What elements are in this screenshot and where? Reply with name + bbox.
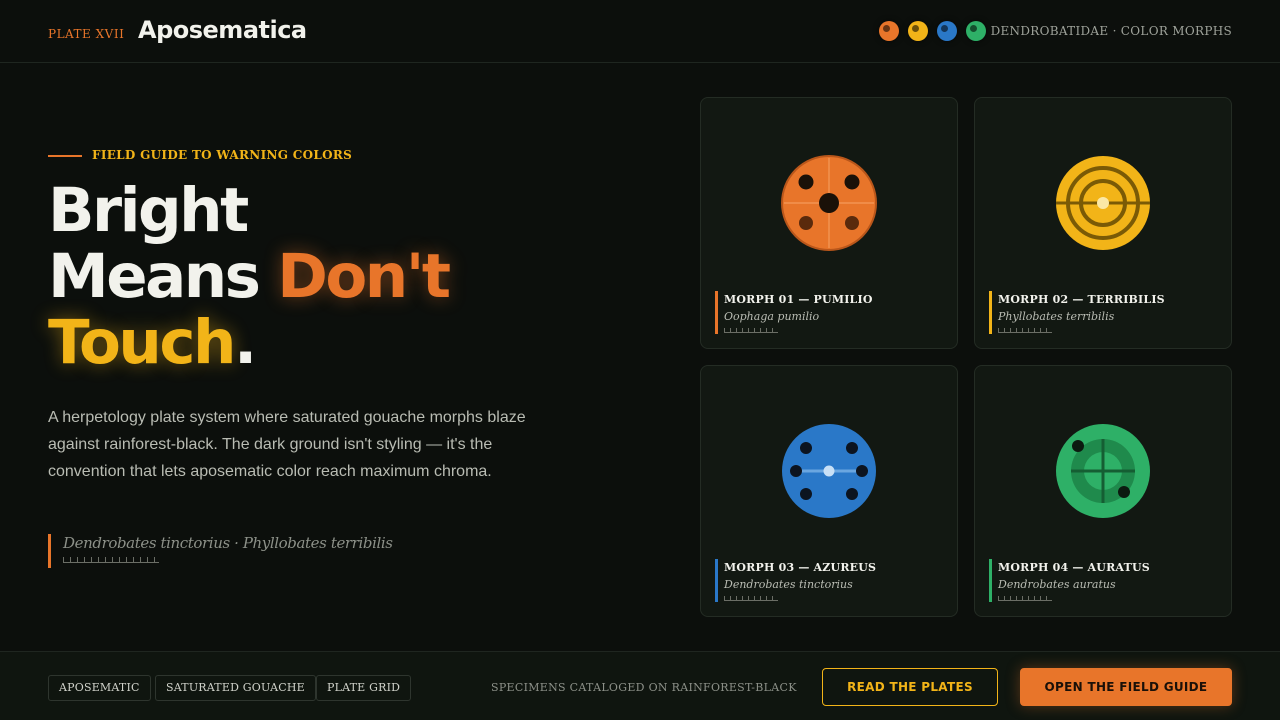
headline-period: .: [233, 307, 257, 378]
open-field-guide-button[interactable]: OPEN THE FIELD GUIDE: [1020, 668, 1232, 706]
card-species: Oophaga pumilio: [724, 310, 820, 323]
headline-line-3: Touch.: [48, 310, 449, 376]
family-label: DENDROBATIDAE · COLOR MORPHS: [990, 24, 1232, 38]
tag-plate-grid[interactable]: PLATE GRID: [316, 675, 412, 701]
brand-logo[interactable]: Aposematica: [138, 16, 307, 44]
accent-bar: [715, 291, 718, 334]
species-quote: Dendrobates tinctorius · Phyllobates ter…: [48, 534, 393, 568]
accent-bar: [989, 559, 992, 602]
scale-ruler: [998, 596, 1052, 601]
tag-saturated-gouache[interactable]: SATURATED GOUACHE: [155, 675, 316, 701]
morph-card-02[interactable]: MORPH 02 — TERRIBILIS Phyllobates terrib…: [974, 97, 1232, 349]
plate-label: PLATE XVII: [48, 27, 125, 41]
morph-card-03[interactable]: MORPH 03 — AZUREUS Dendrobates tinctoriu…: [700, 365, 958, 617]
accent-bar: [989, 291, 992, 334]
card-meta: MORPH 03 — AZUREUS Dendrobates tinctoriu…: [715, 559, 876, 603]
swatch-orange-icon[interactable]: [879, 21, 899, 41]
swatch-green-icon[interactable]: [966, 21, 986, 41]
card-meta: MORPH 02 — TERRIBILIS Phyllobates terrib…: [989, 291, 1165, 335]
species-quote-text: Dendrobates tinctorius · Phyllobates ter…: [63, 534, 393, 552]
card-species: Dendrobates auratus: [998, 578, 1116, 591]
headline-line-2: Means Don't: [48, 241, 451, 312]
tag-aposematic[interactable]: APOSEMATIC: [48, 675, 151, 701]
morph-card-01[interactable]: MORPH 01 — PUMILIO Oophaga pumilio: [700, 97, 958, 349]
auratus-morph-icon: [1056, 424, 1150, 518]
lede-paragraph: A herpetology plate system where saturat…: [48, 409, 526, 480]
footer-bar: APOSEMATIC SATURATED GOUACHE PLATE GRID …: [0, 651, 1280, 720]
accent-bar: [715, 559, 718, 602]
headline-means: Means: [48, 241, 261, 312]
azureus-morph-icon: [782, 424, 876, 518]
card-meta: MORPH 01 — PUMILIO Oophaga pumilio: [715, 291, 873, 335]
headline-dont: Don't: [277, 241, 451, 312]
kicker-text: FIELD GUIDE TO WARNING COLORS: [92, 148, 353, 162]
top-bar: PLATE XVII Aposematica DENDROBATIDAE · C…: [0, 0, 1280, 63]
kicker-rule: [48, 155, 82, 157]
headline-touch: Touch: [48, 307, 236, 378]
card-title: MORPH 04 — AURATUS: [998, 561, 1150, 574]
headline-line-1: Bright: [48, 175, 249, 246]
scale-ruler: [63, 557, 159, 563]
footer-note: SPECIMENS CATALOGED ON RAINFOREST-BLACK: [491, 681, 797, 694]
scale-ruler: [998, 328, 1052, 333]
scale-ruler: [724, 328, 778, 333]
swatch-yellow-icon[interactable]: [908, 21, 928, 41]
scale-ruler: [724, 596, 778, 601]
morph-card-04[interactable]: MORPH 04 — AURATUS Dendrobates auratus: [974, 365, 1232, 617]
card-title: MORPH 02 — TERRIBILIS: [998, 293, 1165, 306]
card-meta: MORPH 04 — AURATUS Dendrobates auratus: [989, 559, 1150, 603]
card-title: MORPH 01 — PUMILIO: [724, 293, 873, 306]
card-title: MORPH 03 — AZUREUS: [724, 561, 877, 574]
swatch-blue-icon[interactable]: [937, 21, 957, 41]
card-species: Dendrobates tinctorius: [724, 578, 853, 591]
card-species: Phyllobates terribilis: [998, 310, 1115, 323]
terribilis-morph-icon: [1056, 156, 1150, 250]
pumilio-morph-icon: [781, 155, 877, 251]
headline: Bright Means Don't Touch.: [48, 175, 451, 376]
read-plates-button[interactable]: READ THE PLATES: [822, 668, 998, 706]
